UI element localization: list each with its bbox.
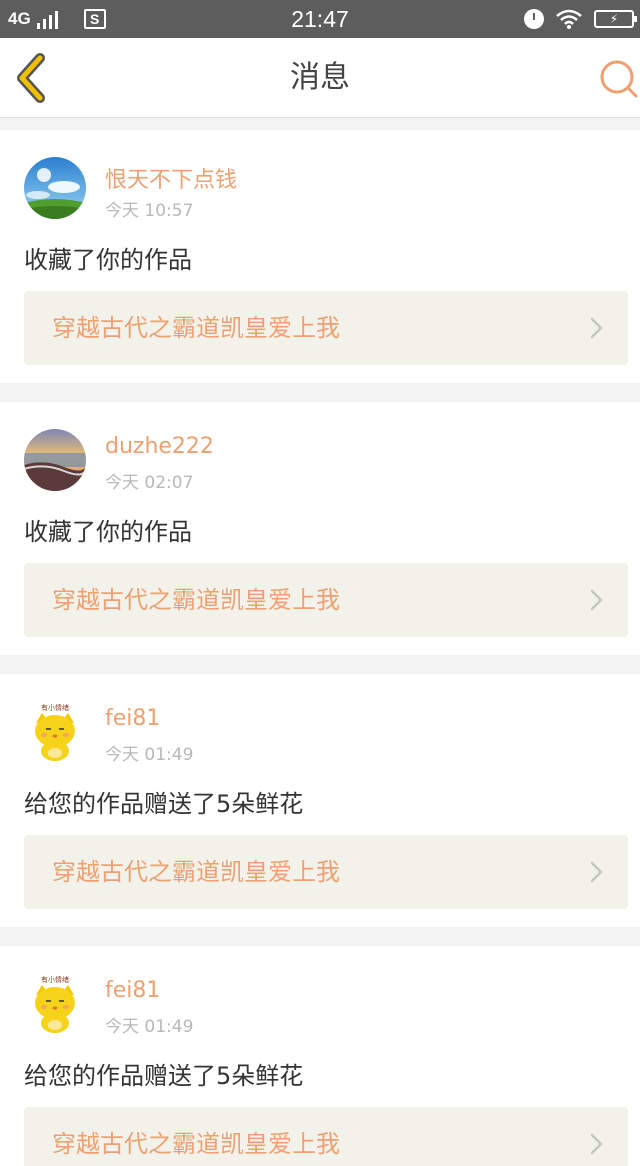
battery-charging-icon: ⚡ <box>594 10 637 28</box>
message-action: 给您的作品赠送了5朵鲜花 <box>24 790 304 818</box>
username[interactable]: fei81 <box>105 706 160 731</box>
work-link[interactable]: 穿越古代之霸道凯皇爱上我 <box>24 835 628 909</box>
work-title: 穿越古代之霸道凯皇爱上我 <box>52 1130 340 1158</box>
avatar-caption: 有小情绪 <box>41 703 69 712</box>
landscape-avatar <box>24 157 86 219</box>
work-link[interactable]: 穿越古代之霸道凯皇爱上我 <box>24 291 628 365</box>
message-time: 今天 10:57 <box>105 201 194 221</box>
message-card: duzhe222 今天 02:07 收藏了你的作品 穿越古代之霸道凯皇爱上我 <box>0 402 640 655</box>
search-icon <box>600 60 638 98</box>
message-card: 有小情绪 fei81 今天 01:49 给您的作品赠送了5朵鲜花 穿越古代之霸道… <box>0 946 640 1166</box>
message-action: 给您的作品赠送了5朵鲜花 <box>24 1062 304 1090</box>
beach-avatar <box>24 429 86 491</box>
chevron-right-icon <box>590 861 603 883</box>
app-header: 消息 <box>0 38 640 118</box>
message-card: 有小情绪 fei81 今天 01:49 给您的作品赠送了5朵鲜花 穿越古代之霸道… <box>0 674 640 927</box>
work-title: 穿越古代之霸道凯皇爱上我 <box>52 858 340 886</box>
back-button[interactable] <box>12 52 52 104</box>
username[interactable]: 恨天不下点钱 <box>105 162 237 194</box>
avatar[interactable]: 有小情绪 <box>24 701 86 763</box>
status-bar: 4G S 21:47 ⚡ <box>0 0 640 38</box>
username[interactable]: duzhe222 <box>105 434 214 459</box>
avatar[interactable] <box>24 157 86 219</box>
alarm-icon <box>524 9 544 29</box>
username[interactable]: fei81 <box>105 978 160 1003</box>
message-action: 收藏了你的作品 <box>24 518 192 546</box>
page-title: 消息 <box>290 60 350 95</box>
status-right: ⚡ <box>524 0 637 38</box>
message-time: 今天 01:49 <box>105 1017 194 1037</box>
work-title: 穿越古代之霸道凯皇爱上我 <box>52 314 340 342</box>
avatar[interactable]: 有小情绪 <box>24 973 86 1035</box>
avatar-caption: 有小情绪 <box>41 975 69 984</box>
message-card: 恨天不下点钱 今天 10:57 收藏了你的作品 穿越古代之霸道凯皇爱上我 <box>0 130 640 383</box>
search-button[interactable] <box>598 58 638 98</box>
message-time: 今天 02:07 <box>105 473 194 493</box>
work-link[interactable]: 穿越古代之霸道凯皇爱上我 <box>24 563 628 637</box>
chevron-right-icon <box>590 317 603 339</box>
message-time: 今天 01:49 <box>105 745 194 765</box>
chevron-left-icon <box>17 53 45 103</box>
chevron-right-icon <box>590 589 603 611</box>
cat-avatar: 有小情绪 <box>24 973 86 1035</box>
message-list: 恨天不下点钱 今天 10:57 收藏了你的作品 穿越古代之霸道凯皇爱上我 duz… <box>0 130 640 1166</box>
work-title: 穿越古代之霸道凯皇爱上我 <box>52 586 340 614</box>
message-action: 收藏了你的作品 <box>24 246 192 274</box>
wifi-icon <box>556 9 582 29</box>
cat-avatar: 有小情绪 <box>24 701 86 763</box>
avatar[interactable] <box>24 429 86 491</box>
work-link[interactable]: 穿越古代之霸道凯皇爱上我 <box>24 1107 628 1166</box>
chevron-right-icon <box>590 1133 603 1155</box>
